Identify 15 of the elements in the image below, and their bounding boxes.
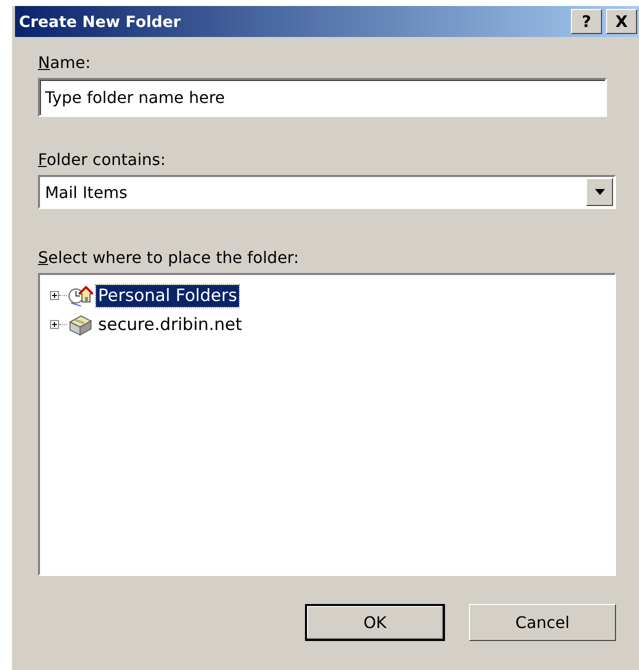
expand-icon[interactable] <box>50 291 59 300</box>
tree-item[interactable]: secure.dribin.net <box>96 314 244 336</box>
field-label: Folder contains: <box>38 149 167 171</box>
ok-button[interactable]: OK <box>305 604 445 641</box>
folder-type-dropdown[interactable]: Mail Items <box>38 175 616 209</box>
close-button[interactable]: X <box>606 9 637 34</box>
server-icon <box>67 312 93 336</box>
help-button[interactable]: ? <box>571 9 602 34</box>
window-title: Create New Folder <box>18 12 181 30</box>
cancel-button[interactable]: Cancel <box>469 604 616 641</box>
tree-item[interactable]: Personal Folders <box>96 284 240 306</box>
name-field[interactable]: Type folder name here <box>38 78 607 117</box>
field-label: Select where to place the folder: <box>38 247 300 269</box>
expand-icon[interactable] <box>50 320 59 329</box>
field-label: Name: <box>38 52 92 74</box>
